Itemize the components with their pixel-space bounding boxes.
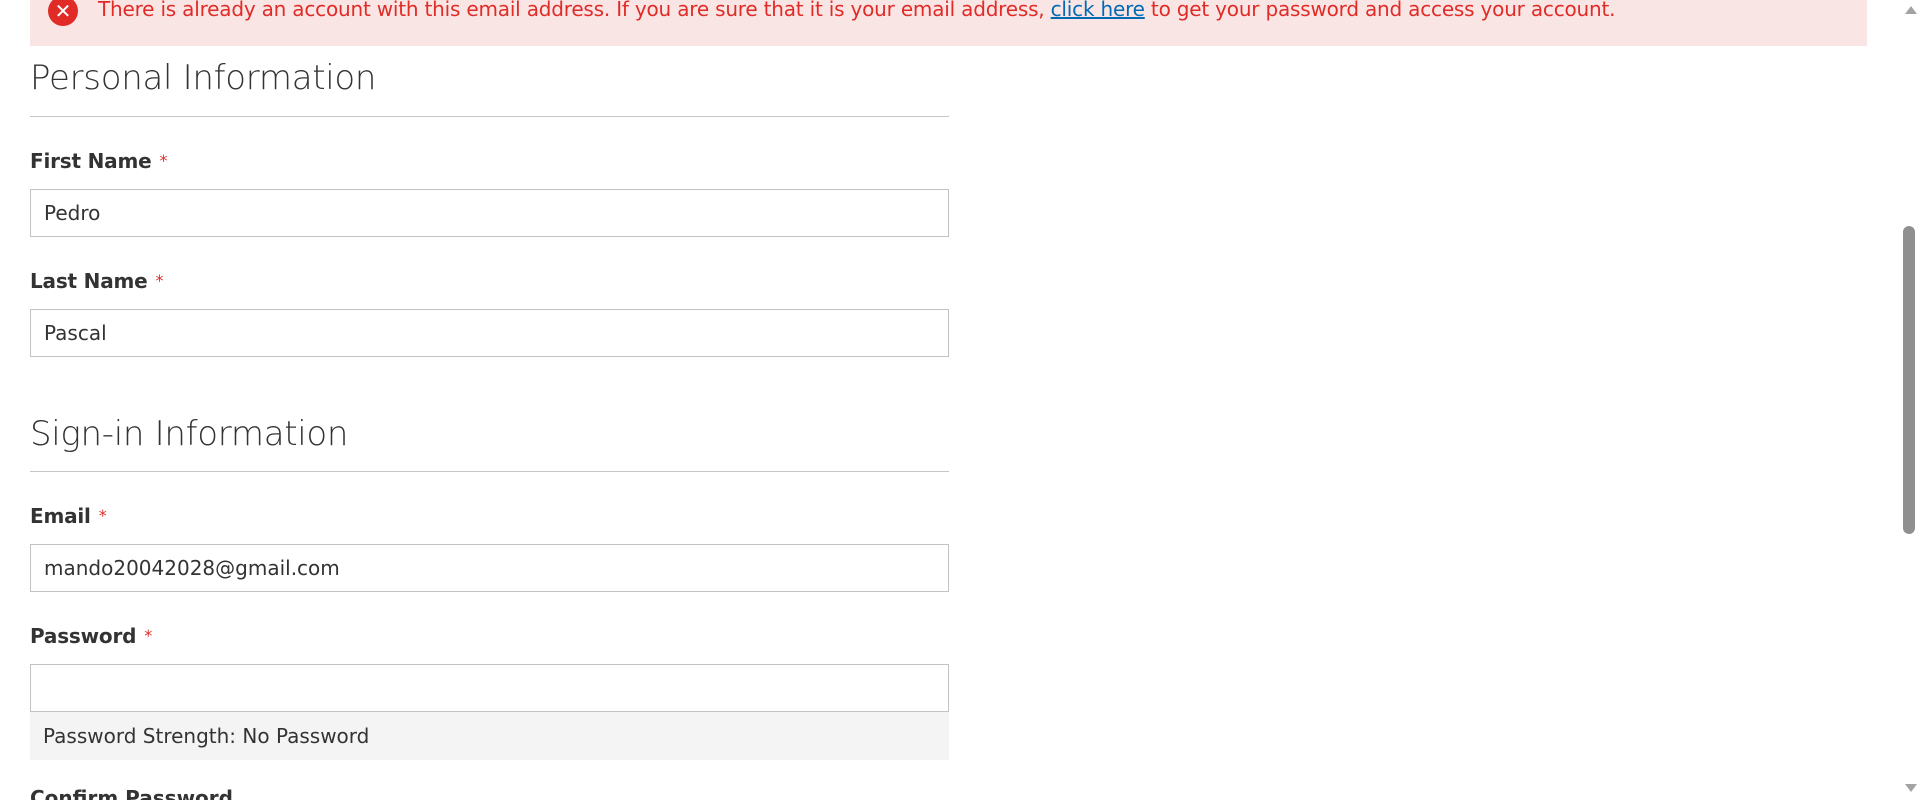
required-star: * [159, 151, 168, 170]
last-name-input[interactable] [30, 309, 949, 357]
email-label: Email * [30, 504, 107, 528]
scroll-down-arrow-icon[interactable] [1905, 784, 1917, 792]
scrollbar-thumb[interactable] [1903, 226, 1915, 534]
required-star: * [144, 626, 153, 645]
error-message-after: to get your password and access your acc… [1144, 0, 1616, 21]
first-name-input[interactable] [30, 189, 949, 237]
password-strength-meter: Password Strength: No Password [30, 712, 949, 760]
password-input[interactable] [30, 664, 949, 712]
section-divider [30, 471, 949, 472]
section-divider [30, 116, 949, 117]
error-message-text: There is already an account with this em… [98, 0, 1615, 21]
error-message-before: There is already an account with this em… [98, 0, 1051, 21]
required-star: * [98, 506, 107, 525]
email-label-text: Email [30, 504, 91, 528]
last-name-label: Last Name * [30, 269, 164, 293]
first-name-label-text: First Name [30, 149, 152, 173]
personal-information-title: Personal Information [30, 58, 377, 98]
error-x-icon: ✕ [48, 0, 78, 26]
first-name-label: First Name * [30, 149, 167, 173]
email-input[interactable] [30, 544, 949, 592]
password-label: Password * [30, 624, 152, 648]
required-star: * [155, 271, 164, 290]
password-label-text: Password [30, 624, 137, 648]
last-name-label-text: Last Name [30, 269, 148, 293]
error-message-banner: ✕ There is already an account with this … [30, 0, 1867, 46]
click-here-link[interactable]: click here [1051, 0, 1145, 21]
sign-in-information-title: Sign-in Information [30, 414, 349, 454]
scroll-up-arrow-icon[interactable] [1905, 6, 1917, 14]
create-account-page: ✕ There is already an account with this … [0, 0, 1920, 800]
vertical-scrollbar[interactable] [1900, 0, 1920, 800]
confirm-password-label: Confirm Password [30, 786, 233, 800]
